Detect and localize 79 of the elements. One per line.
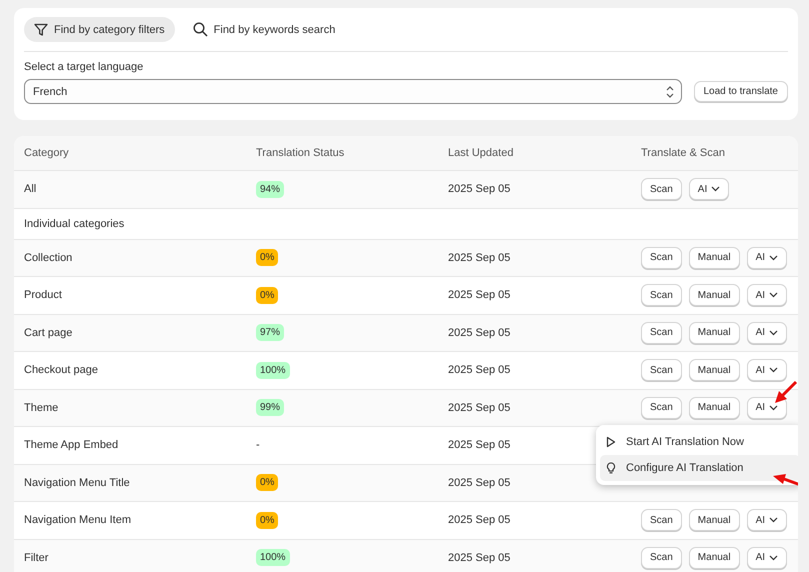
- ai-dropdown-button[interactable]: AI: [746, 396, 788, 419]
- ai-dropdown-button[interactable]: AI: [746, 322, 788, 344]
- action-button[interactable]: Manual: [688, 359, 740, 382]
- category-name: Cart page: [24, 326, 74, 339]
- ai-dropdown-button[interactable]: AI: [746, 546, 788, 569]
- action-button[interactable]: Manual: [688, 322, 740, 344]
- category-name: Collection: [24, 252, 74, 264]
- column-header: Translate & Scan: [641, 147, 726, 159]
- column-header: Last Updated: [448, 147, 514, 159]
- category-name: Checkout page: [24, 364, 99, 376]
- chevron-down-icon: [769, 554, 778, 561]
- status-badge: 99%: [256, 399, 284, 416]
- action-button[interactable]: Manual: [688, 246, 740, 269]
- category-name: Navigation Menu Item: [24, 514, 132, 526]
- section-heading: Individual categories: [24, 218, 126, 230]
- status-badge: 0%: [256, 474, 278, 492]
- ai-dropdown-button[interactable]: AI: [746, 246, 788, 269]
- action-button[interactable]: Scan: [641, 396, 682, 419]
- ai-dropdown-button[interactable]: AI: [746, 284, 788, 306]
- status-badge: 100%: [256, 549, 290, 566]
- date-text: 2025 Sep 05: [448, 439, 510, 452]
- action-button[interactable]: Scan: [641, 246, 682, 269]
- date-text: 2025 Sep 05: [448, 476, 510, 489]
- status-badge: 94%: [256, 180, 284, 198]
- category-name: Theme App Embed: [24, 439, 120, 452]
- filter-icon: [34, 22, 48, 36]
- action-button[interactable]: Manual: [688, 546, 740, 569]
- date-text: 2025 Sep 05: [448, 364, 510, 376]
- menu-item[interactable]: Start AI Translation Now: [600, 429, 798, 455]
- action-button[interactable]: Scan: [641, 509, 682, 532]
- action-button[interactable]: Scan: [641, 178, 682, 200]
- lightbulb-icon: [606, 462, 616, 474]
- language-select[interactable]: French: [24, 79, 682, 104]
- action-button[interactable]: Scan: [641, 359, 682, 382]
- action-button[interactable]: Manual: [688, 284, 740, 306]
- chevron-down-icon: [769, 330, 778, 336]
- field-label: Select a target language: [24, 61, 144, 73]
- search-mode-tab[interactable]: Find by category filters: [24, 17, 175, 42]
- date-text: 2025 Sep 05: [448, 289, 510, 302]
- chevron-down-icon: [769, 254, 778, 261]
- category-name: Filter: [24, 552, 50, 564]
- category-name: All: [24, 183, 38, 196]
- category-name: Product: [24, 289, 63, 302]
- date-text: 2025 Sep 05: [448, 402, 510, 414]
- menu-item[interactable]: Configure AI Translation: [600, 455, 798, 481]
- status-badge: 0%: [256, 512, 278, 529]
- category-name: Theme: [24, 402, 60, 414]
- action-button[interactable]: Manual: [688, 396, 740, 419]
- chevron-down-icon: [769, 517, 778, 524]
- search-icon: [192, 22, 208, 37]
- load-button[interactable]: Load to translate: [694, 81, 788, 102]
- date-text: 2025 Sep 05: [448, 326, 510, 339]
- chevron-up-down-icon: [664, 84, 674, 100]
- play-icon: [606, 436, 616, 448]
- action-button[interactable]: Manual: [688, 509, 740, 532]
- status-badge: 0%: [256, 249, 278, 266]
- action-button[interactable]: Scan: [641, 546, 682, 569]
- status-badge: 100%: [256, 362, 290, 379]
- ai-dropdown-button[interactable]: AI: [746, 509, 788, 532]
- date-text: 2025 Sep 05: [448, 183, 510, 196]
- date-text: 2025 Sep 05: [448, 552, 510, 564]
- chevron-down-icon: [769, 404, 778, 411]
- date-text: 2025 Sep 05: [448, 252, 510, 264]
- ai-dropdown-button[interactable]: AI: [746, 359, 788, 382]
- status-badge: 97%: [256, 324, 284, 342]
- annotation-arrow: [772, 380, 798, 406]
- chevron-down-icon: [769, 367, 778, 374]
- action-button[interactable]: Scan: [641, 284, 682, 306]
- column-header: Category: [24, 147, 70, 159]
- ai-dropdown-button[interactable]: AI: [688, 178, 730, 200]
- chevron-down-icon: [769, 292, 778, 298]
- status-badge: 0%: [256, 286, 278, 304]
- status-text: -: [256, 439, 260, 452]
- action-button[interactable]: Scan: [641, 322, 682, 344]
- category-name: Navigation Menu Title: [24, 476, 131, 489]
- column-header: Translation Status: [256, 147, 346, 159]
- search-mode-tab[interactable]: Find by keywords search: [182, 17, 346, 42]
- chevron-down-icon: [711, 186, 720, 192]
- date-text: 2025 Sep 05: [448, 514, 510, 526]
